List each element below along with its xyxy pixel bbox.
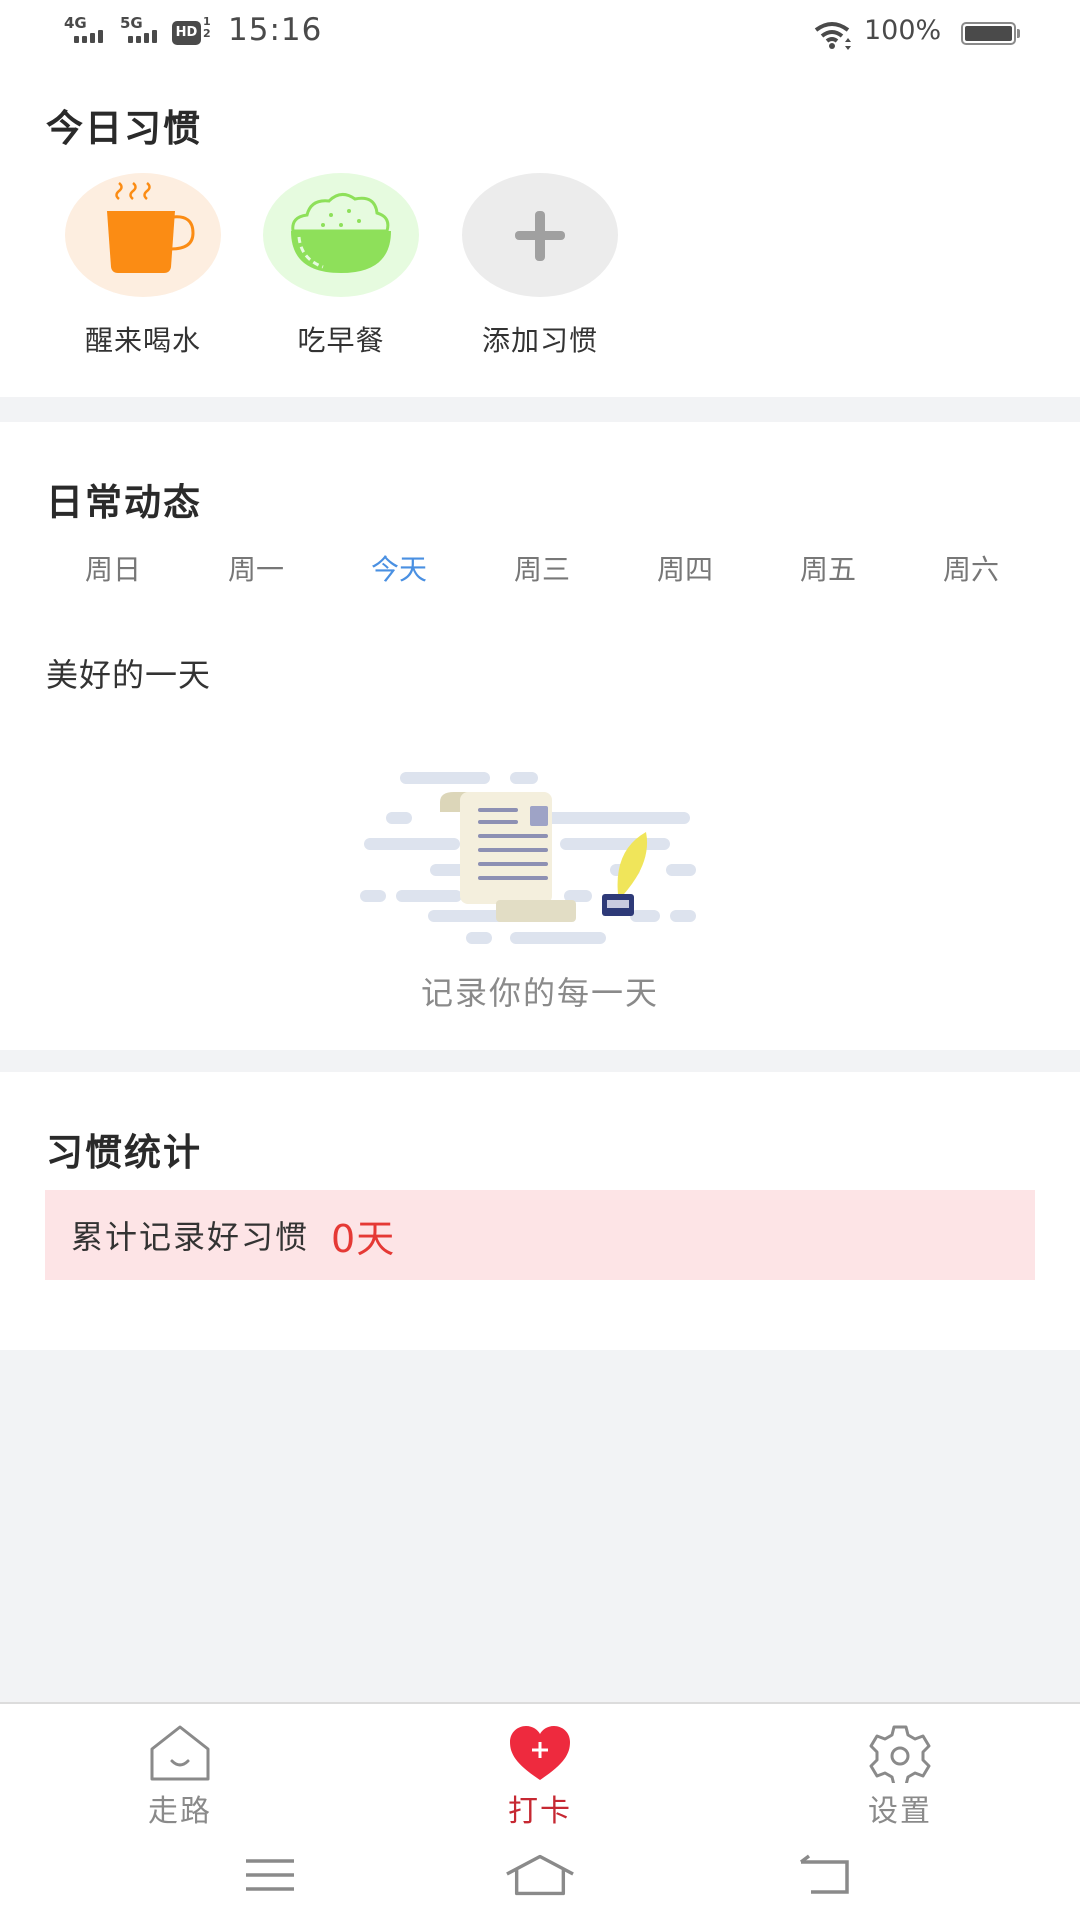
hd-voice-icon: HD: [172, 21, 201, 45]
stats-value: 0天: [331, 1216, 396, 1261]
weekday-tabs: 周日 周一 今天 周三 周四 周五 周六: [42, 548, 1042, 588]
tab-label: 设置: [868, 1794, 932, 1829]
gear-icon: [869, 1725, 931, 1783]
rice-bowl-icon: [291, 193, 391, 273]
stats-label: 累计记录好习惯: [71, 1218, 310, 1256]
habit-icon-circle: [263, 173, 419, 297]
today-habits-section: 今日习惯 醒来喝水 吃早餐 添加习惯: [0, 70, 1080, 397]
menu-icon: [246, 1859, 294, 1891]
section-title: 习惯统计: [46, 1131, 202, 1174]
heart-plus-icon: [510, 1726, 570, 1780]
battery-icon: [961, 22, 1016, 45]
daily-section: 日常动态: [0, 422, 1080, 1050]
tab-settings[interactable]: 设置: [810, 1722, 990, 1830]
signal-4g-icon: [74, 30, 103, 43]
habit-label: 醒来喝水: [84, 324, 201, 357]
scroll-quill-illustration: [360, 772, 696, 944]
weekday-tab-fri[interactable]: 周五: [757, 548, 899, 588]
back-icon: [799, 1854, 849, 1894]
battery-tip: [1017, 29, 1020, 38]
tab-walk[interactable]: 走路: [90, 1722, 270, 1830]
weekday-tab-thu[interactable]: 周四: [614, 548, 756, 588]
add-habit-button[interactable]: 添加习惯: [455, 173, 625, 359]
weekday-tab-sun[interactable]: 周日: [42, 548, 184, 588]
habit-icon-circle: [462, 173, 618, 297]
plus-icon: [515, 211, 565, 261]
habit-label: 吃早餐: [297, 324, 385, 357]
status-bar: 4G 5G HD 12 15:16 100%: [0, 0, 1080, 70]
habit-label: 添加习惯: [481, 324, 598, 357]
coffee-cup-icon: [107, 182, 195, 273]
recent-apps-button[interactable]: [240, 1850, 300, 1900]
tab-checkin[interactable]: 打卡: [450, 1722, 630, 1830]
back-button[interactable]: [795, 1850, 855, 1900]
signal-5g-icon: [128, 30, 157, 43]
habit-item-breakfast[interactable]: 吃早餐: [256, 173, 426, 359]
habit-item-drink-water[interactable]: 醒来喝水: [58, 173, 228, 359]
weekday-tab-today[interactable]: 今天: [328, 548, 470, 588]
weekday-tab-mon[interactable]: 周一: [185, 548, 327, 588]
battery-percent: 100%: [864, 15, 942, 46]
house-icon: [150, 1725, 210, 1781]
section-title: 今日习惯: [46, 107, 202, 150]
tab-label: 走路: [148, 1794, 212, 1829]
clock: 15:16: [228, 12, 323, 48]
weekday-tab-wed[interactable]: 周三: [471, 548, 613, 588]
habit-icon-circle: [65, 173, 221, 297]
tab-label: 打卡: [508, 1794, 572, 1829]
day-subtitle: 美好的一天: [46, 656, 212, 694]
bottom-tab-bar: 走路 打卡 设置: [0, 1702, 1080, 1840]
empty-state-caption: 记录你的每一天: [420, 974, 659, 1012]
stats-summary: 累计记录好习惯 0天: [45, 1190, 1035, 1280]
hd-sim-indicator: 12: [203, 15, 211, 40]
weekday-tab-sat[interactable]: 周六: [900, 548, 1042, 588]
home-icon: [506, 1854, 574, 1896]
wifi-icon: [814, 22, 851, 50]
home-button[interactable]: [505, 1850, 575, 1900]
section-title: 日常动态: [46, 481, 202, 524]
system-nav-bar: [0, 1840, 1080, 1920]
